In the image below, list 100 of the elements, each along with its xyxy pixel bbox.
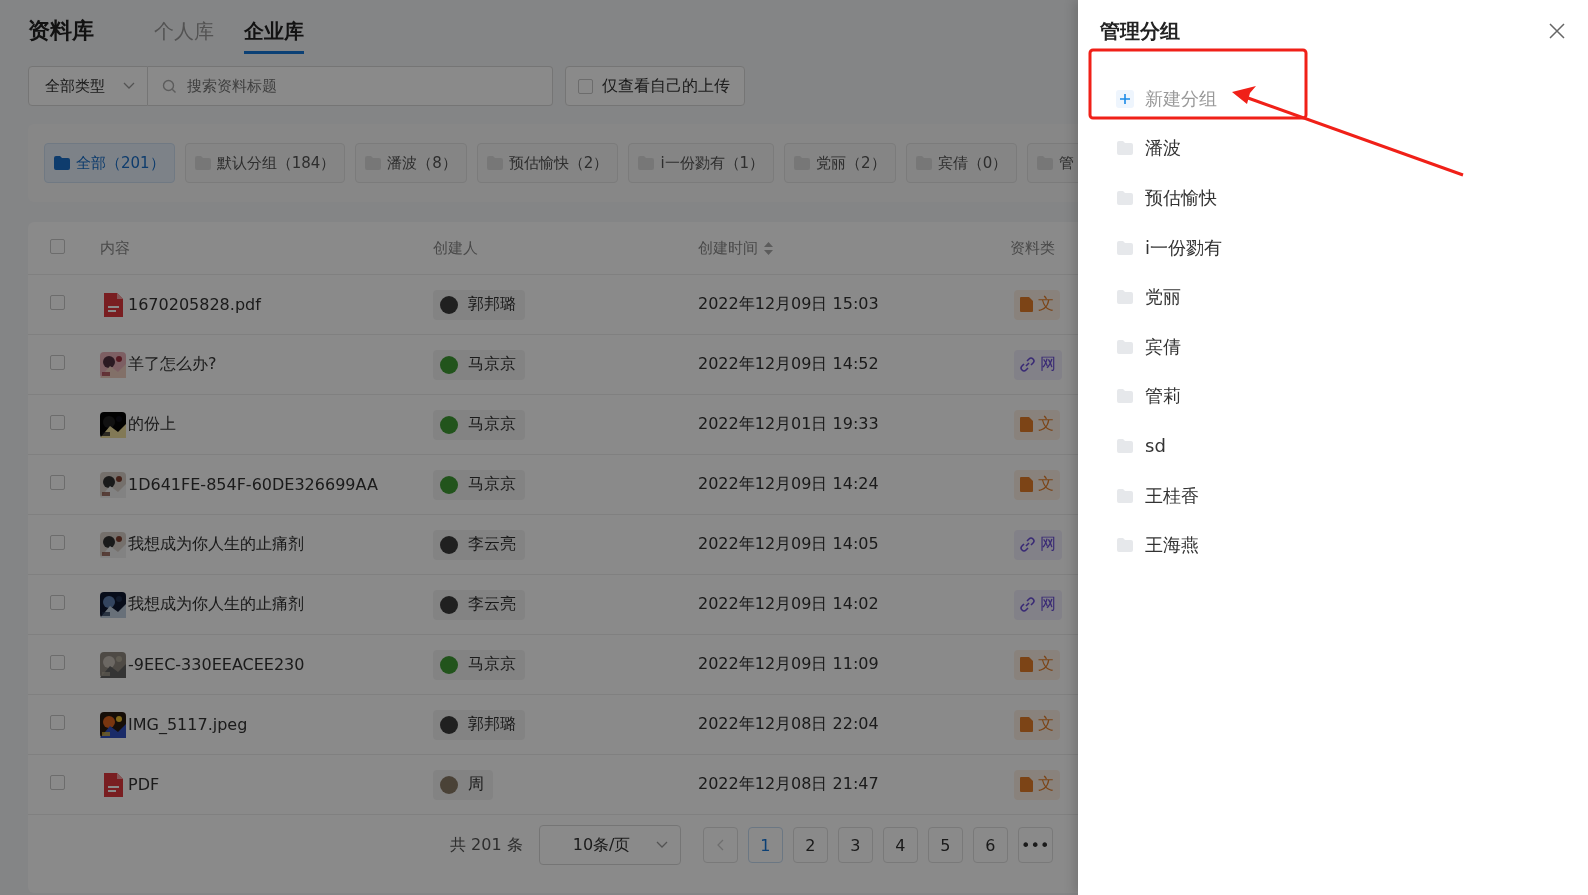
- group-chip[interactable]: 党丽（2）: [784, 143, 896, 183]
- avatar: [440, 715, 458, 734]
- group-item[interactable]: i一份勠有: [1100, 222, 1566, 273]
- document-icon: [1020, 417, 1033, 432]
- file-title[interactable]: 我想成为你人生的止痛剂: [128, 594, 304, 615]
- creator-tag: 郭邦璐: [433, 709, 525, 740]
- type-tag: 文: [1014, 409, 1060, 440]
- created-time: 2022年12月09日 14:02: [697, 594, 880, 615]
- created-time: 2022年12月09日 14:05: [697, 534, 880, 555]
- search-input[interactable]: 搜索资料标题: [185, 76, 489, 96]
- created-time: 2022年12月09日 11:09: [697, 654, 880, 675]
- creator-tag: 李云亮: [433, 589, 525, 620]
- column-header: 创建时间: [697, 238, 758, 258]
- total-count: 共 201 条: [450, 834, 523, 856]
- row-checkbox[interactable]: [50, 535, 65, 550]
- created-time: 2022年12月09日 14:52: [697, 354, 880, 375]
- close-icon[interactable]: [1548, 22, 1566, 40]
- group-chip[interactable]: 默认分组（184）: [184, 143, 346, 183]
- checkbox[interactable]: [578, 78, 593, 94]
- group-item[interactable]: 管莉: [1100, 371, 1566, 422]
- group-item[interactable]: sd: [1100, 421, 1566, 471]
- folder-icon: [1116, 536, 1134, 555]
- row-checkbox[interactable]: [50, 475, 65, 490]
- row-checkbox[interactable]: [50, 655, 65, 670]
- row-checkbox[interactable]: [50, 715, 65, 730]
- document-icon: [1020, 297, 1033, 312]
- folder-icon: [1116, 238, 1134, 257]
- type-tag: 网: [1014, 349, 1062, 380]
- group-item[interactable]: 党丽: [1100, 272, 1566, 322]
- page-button[interactable]: 3: [837, 827, 873, 863]
- page-button[interactable]: 2: [792, 827, 828, 863]
- page-size-select[interactable]: 10条/页: [538, 825, 681, 865]
- folder-icon: [53, 155, 71, 171]
- page-button[interactable]: 4: [882, 827, 918, 863]
- group-item[interactable]: 王桂香: [1100, 470, 1566, 521]
- file-title[interactable]: IMG_5117.jpeg: [128, 715, 248, 734]
- row-checkbox[interactable]: [50, 355, 65, 370]
- file-title[interactable]: 我想成为你人生的止痛剂: [128, 534, 304, 555]
- group-chip[interactable]: 全部（201）: [44, 143, 175, 183]
- column-header: 资料类: [1010, 238, 1055, 258]
- new-group-button[interactable]: 新建分组: [1100, 74, 1566, 124]
- group-chip[interactable]: 宾倩（0）: [905, 143, 1018, 183]
- row-checkbox[interactable]: [50, 295, 65, 310]
- row-checkbox[interactable]: [50, 415, 65, 430]
- file-title[interactable]: 的份上: [128, 414, 176, 435]
- page-button[interactable]: 6: [972, 827, 1008, 863]
- group-item[interactable]: 宾倩: [1100, 321, 1566, 372]
- file-title[interactable]: 1670205828.pdf: [128, 295, 261, 314]
- folder-icon: [1116, 288, 1134, 307]
- avatar: [440, 655, 458, 674]
- created-time: 2022年12月09日 15:03: [697, 294, 880, 315]
- type-tag: 网: [1014, 589, 1062, 620]
- chevron-down-icon: [123, 82, 135, 90]
- library-tab[interactable]: 企业库: [244, 18, 304, 54]
- file-title[interactable]: PDF: [128, 775, 160, 794]
- column-header: 创建人: [432, 238, 478, 258]
- avatar: [440, 355, 458, 374]
- link-icon: [1020, 537, 1035, 552]
- only-mine-checkbox[interactable]: 仅查看自己的上传: [565, 66, 745, 106]
- search-field[interactable]: 搜索资料标题: [148, 66, 553, 106]
- row-checkbox[interactable]: [50, 595, 65, 610]
- row-checkbox[interactable]: [50, 775, 65, 790]
- avatar: [440, 775, 458, 794]
- avatar: [440, 595, 458, 614]
- file-title[interactable]: 1D641FE-854F-60DE326699AA: [128, 475, 378, 494]
- more-pages-button[interactable]: •••: [1017, 827, 1053, 863]
- group-item[interactable]: 王海燕: [1100, 520, 1566, 570]
- type-tag: 文: [1014, 709, 1060, 740]
- file-title[interactable]: 羊了怎么办?: [128, 354, 217, 375]
- group-chip[interactable]: i一份勠有（1）: [628, 143, 775, 183]
- avatar: [440, 415, 458, 434]
- select-all-checkbox[interactable]: [50, 238, 65, 254]
- group-item[interactable]: 预估愉快: [1100, 173, 1566, 223]
- created-time: 2022年12月01日 19:33: [697, 414, 880, 435]
- link-icon: [1020, 357, 1035, 372]
- type-select[interactable]: 全部类型: [28, 66, 148, 106]
- search-icon: [162, 78, 177, 94]
- plus-icon: [1116, 89, 1134, 108]
- creator-tag: 马京京: [433, 649, 525, 680]
- group-chip[interactable]: 预估愉快（2）: [476, 143, 619, 183]
- chevron-left-icon: [716, 839, 724, 851]
- creator-tag: 马京京: [433, 409, 525, 440]
- created-time: 2022年12月09日 14:24: [697, 474, 880, 495]
- group-item[interactable]: 潘波: [1100, 123, 1566, 174]
- group-chip[interactable]: 潘波（8）: [355, 143, 467, 183]
- creator-tag: 马京京: [433, 469, 525, 500]
- type-tag: 网: [1014, 529, 1062, 560]
- folder-icon: [1116, 436, 1134, 455]
- type-tag: 文: [1014, 289, 1060, 320]
- page-title: 资料库: [28, 17, 94, 45]
- document-icon: [1020, 657, 1033, 672]
- type-tag: 文: [1014, 769, 1060, 800]
- document-icon: [1020, 717, 1033, 732]
- file-title[interactable]: -9EEC-330EEACEE230: [128, 655, 305, 674]
- folder-icon: [1116, 189, 1134, 207]
- page-button[interactable]: 1: [747, 827, 783, 863]
- sort-icon[interactable]: [764, 241, 773, 255]
- previous-page-button[interactable]: [702, 827, 738, 863]
- group-chip[interactable]: 管: [1027, 143, 1078, 183]
- page-button[interactable]: 5: [927, 827, 963, 863]
